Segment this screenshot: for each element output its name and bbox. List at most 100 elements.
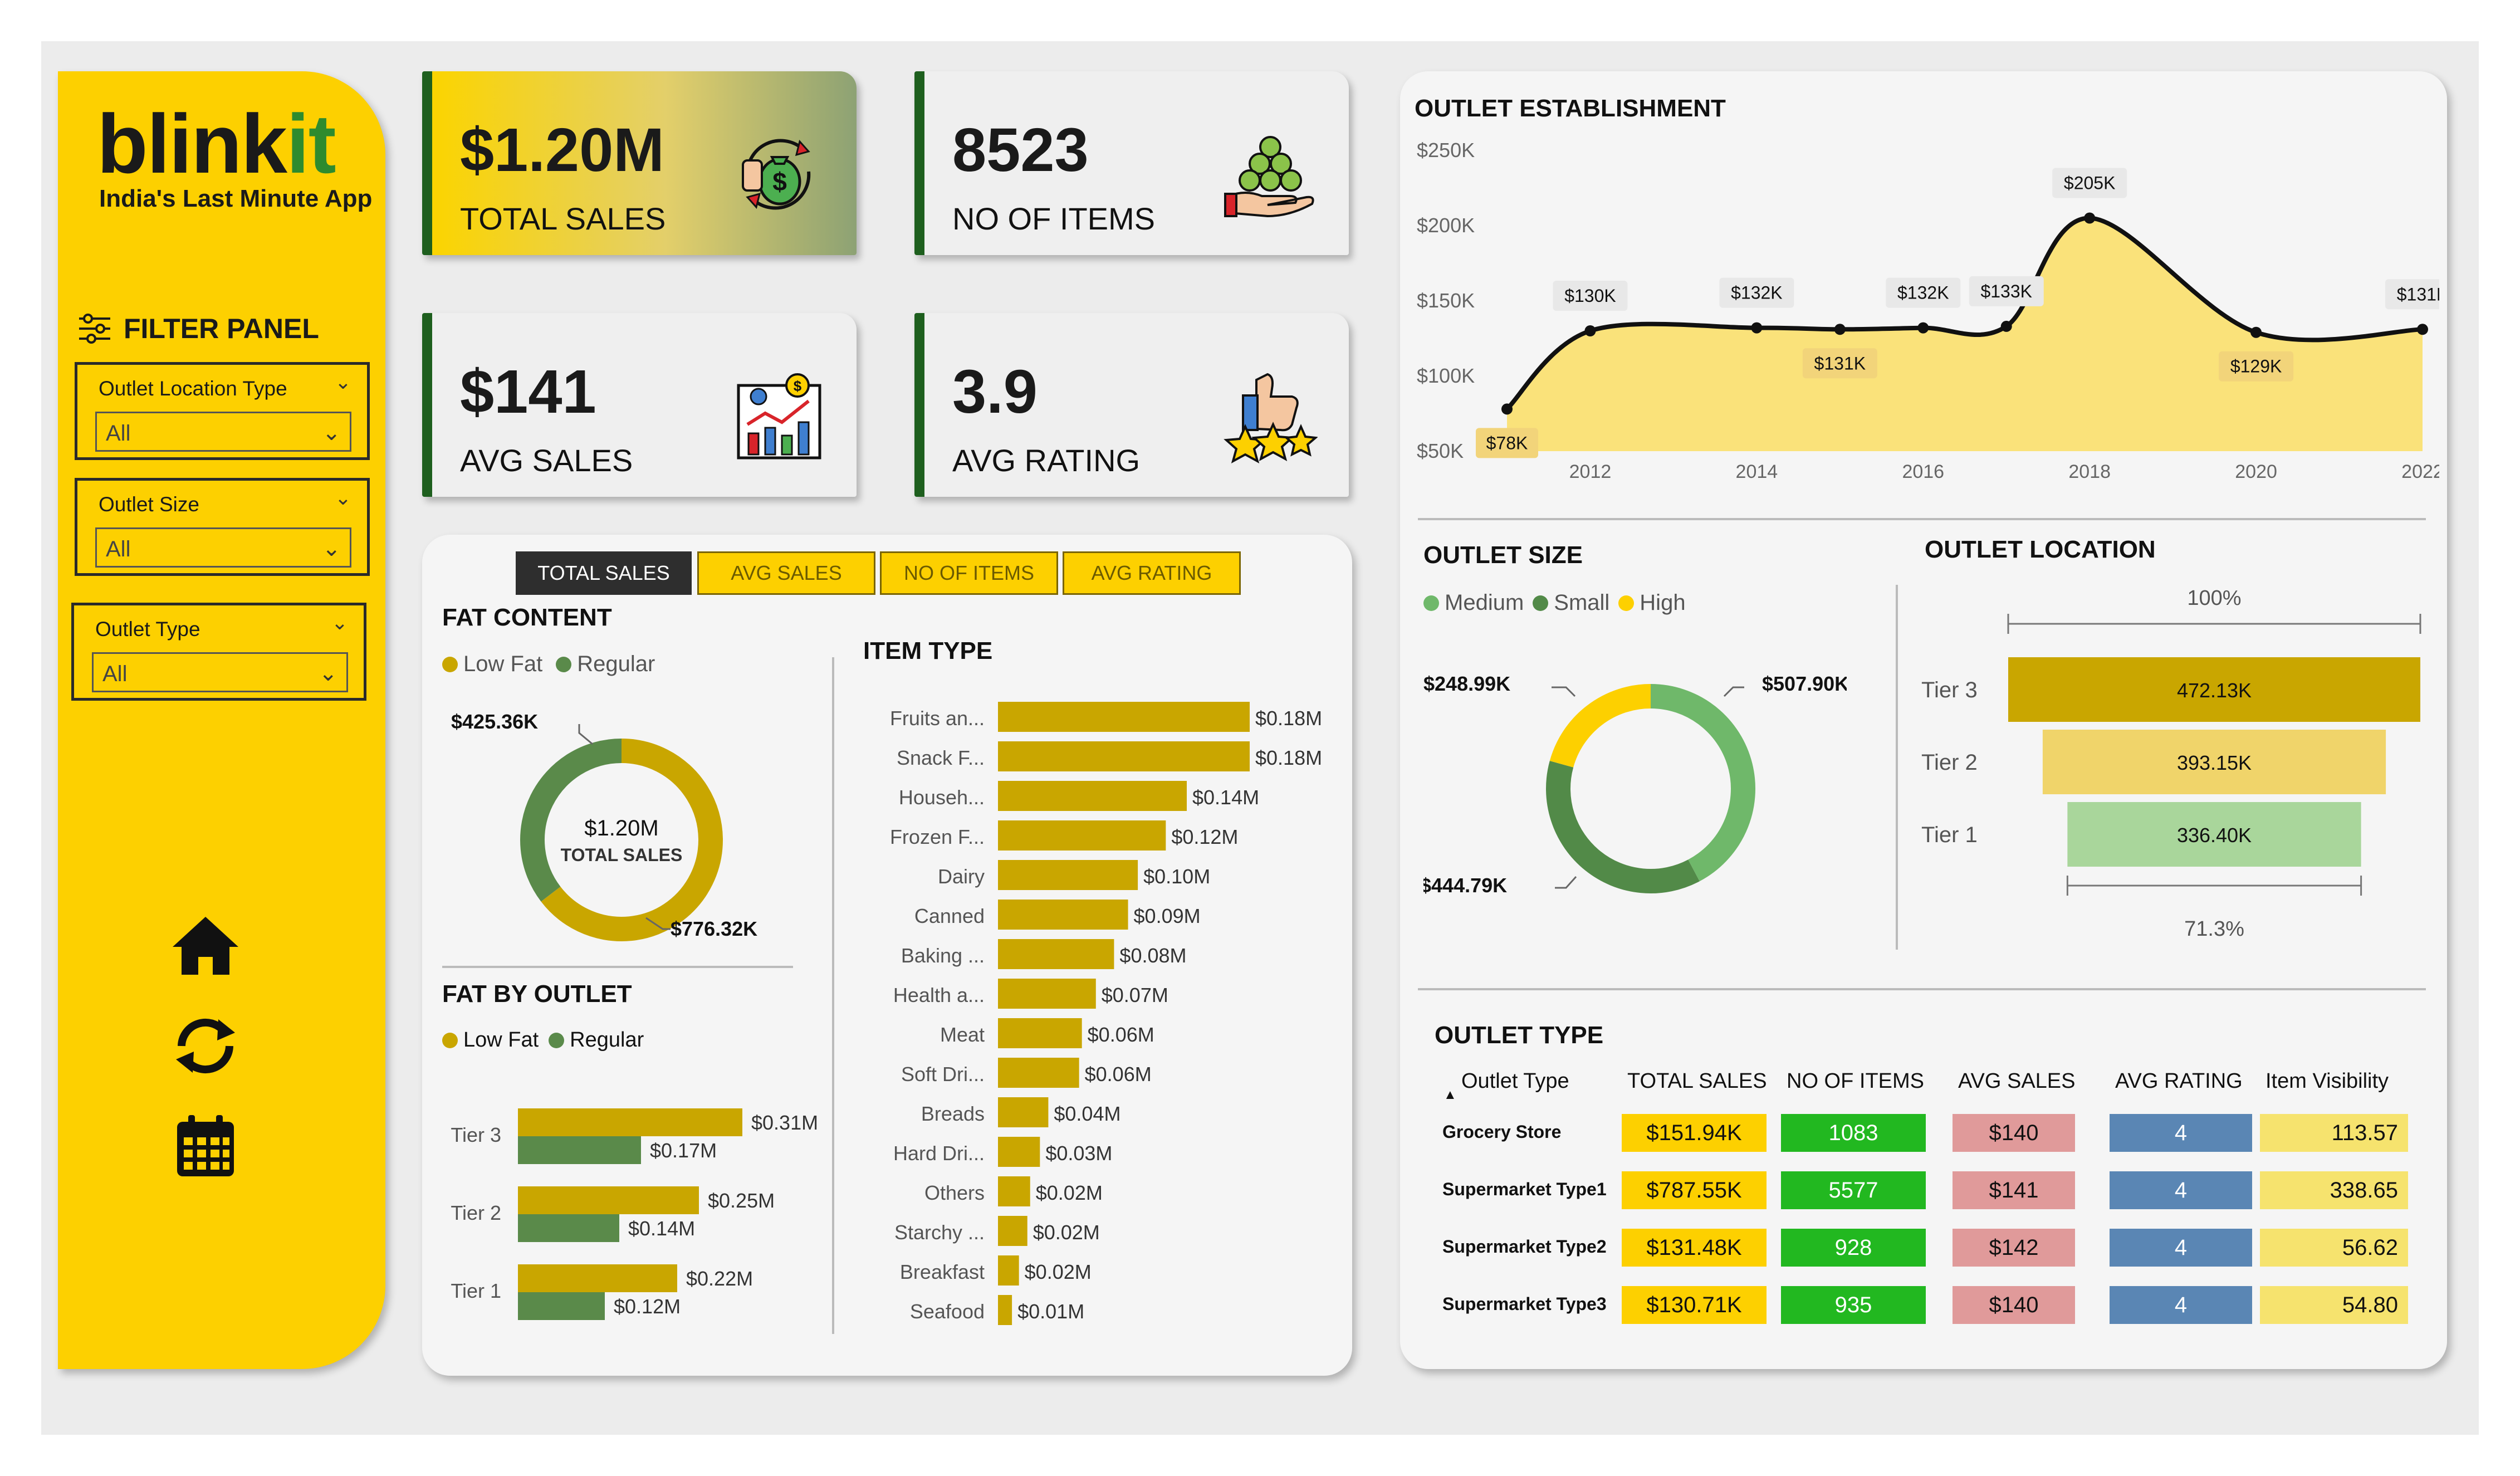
donut-slice[interactable]	[1549, 684, 1651, 768]
tab-avg-rating[interactable]: AVG RATING	[1063, 551, 1241, 595]
data-point[interactable]	[1917, 322, 1929, 334]
axis-tick-label: Meat	[940, 1023, 985, 1046]
data-point[interactable]	[2417, 324, 2428, 335]
table-cell: $140	[1953, 1286, 2075, 1324]
bar-item-type[interactable]	[998, 1216, 1027, 1246]
dropdown-value: All	[106, 421, 131, 446]
bar-item-type[interactable]	[998, 900, 1128, 930]
bar-regular[interactable]	[518, 1214, 619, 1242]
outlet-location-funnel-chart: 100% Tier 3 472.13K Tier 2 393.15K Tier 1 336.…	[1921, 587, 2421, 941]
donut-slice[interactable]	[1650, 684, 1755, 882]
data-label: $0.14M	[628, 1217, 695, 1240]
bar-item-type[interactable]	[998, 702, 1250, 732]
bar-item-type[interactable]	[998, 1295, 1012, 1325]
data-point[interactable]	[1751, 322, 1763, 334]
legend-swatch-small	[1533, 595, 1549, 611]
donut-label-regular: $425.36K	[451, 710, 538, 733]
table-cell: 1083	[1781, 1114, 1926, 1152]
tab-no-of-items[interactable]: NO OF ITEMS	[880, 551, 1058, 595]
axis-tick-label: Tier 1	[1921, 823, 1978, 847]
table-row-label: Supermarket Type2	[1442, 1236, 1607, 1257]
section-divider	[1896, 585, 1898, 950]
kpi-value: $141	[460, 358, 596, 426]
bar-regular[interactable]	[518, 1136, 641, 1164]
legend-swatch-regular	[556, 656, 572, 672]
axis-tick-label: Tier 3	[1921, 678, 1978, 702]
bar-item-type[interactable]	[998, 939, 1114, 969]
data-label: $133K	[1980, 281, 2032, 301]
data-label: $131K	[1814, 353, 1866, 373]
slicer-label: Outlet Type	[95, 618, 200, 641]
legend-swatch-low-fat	[442, 1032, 458, 1048]
bar-item-type[interactable]	[998, 1255, 1019, 1286]
chevron-down-icon[interactable]: ⌄	[335, 486, 351, 510]
table-header[interactable]: AVG SALES	[1958, 1069, 2076, 1093]
chevron-down-icon[interactable]: ⌄	[335, 370, 351, 394]
kpi-value: 3.9	[952, 358, 1038, 426]
bar-item-type[interactable]	[998, 979, 1096, 1009]
bar-item-type[interactable]	[998, 1176, 1030, 1206]
table-header[interactable]: Outlet Type	[1461, 1069, 1569, 1093]
data-label: $78K	[1486, 433, 1528, 453]
data-label: $0.18M	[1255, 746, 1322, 769]
calendar-icon[interactable]	[169, 1113, 242, 1180]
data-point[interactable]	[2084, 212, 2096, 224]
data-label: $0.31M	[751, 1111, 818, 1134]
data-point[interactable]	[1584, 325, 1596, 336]
table-header[interactable]: NO OF ITEMS	[1787, 1069, 1924, 1093]
chevron-down-icon[interactable]: ⌄	[331, 611, 348, 634]
slicer-outlet-type[interactable]: Outlet Type ⌄ All ⌄	[71, 603, 366, 701]
bar-item-type[interactable]	[998, 820, 1166, 851]
bar-item-type[interactable]	[998, 741, 1250, 771]
refresh-icon[interactable]	[169, 1013, 242, 1079]
outlet-type-dropdown[interactable]: All ⌄	[92, 652, 348, 692]
table-header[interactable]: Item Visibility	[2265, 1069, 2389, 1093]
bar-item-type[interactable]	[998, 860, 1138, 890]
legend-label: Low Fat	[463, 652, 543, 676]
bar-low-fat[interactable]	[518, 1264, 677, 1292]
donut-slice[interactable]	[1546, 761, 1700, 893]
legend-swatch-high	[1618, 595, 1635, 611]
kpi-card-no-of-items: 8523 NO OF ITEMS	[914, 71, 1349, 255]
kpi-card-avg-rating: 3.9 AVG RATING	[914, 313, 1349, 497]
outlet-location-type-dropdown[interactable]: All ⌄	[95, 412, 351, 452]
tab-total-sales[interactable]: TOTAL SALES	[516, 551, 692, 595]
data-label: $205K	[2064, 173, 2116, 193]
data-point[interactable]	[2000, 320, 2012, 332]
bar-item-type[interactable]	[998, 1137, 1040, 1167]
brand-logo: blinkit	[97, 97, 336, 190]
table-header[interactable]: AVG RATING	[2115, 1069, 2243, 1093]
axis-tick-label: $200K	[1417, 214, 1475, 237]
data-point[interactable]	[2250, 326, 2262, 338]
home-icon[interactable]	[169, 912, 242, 979]
filter-panel-heading: FILTER PANEL	[77, 311, 319, 346]
chevron-down-icon: ⌄	[322, 536, 341, 561]
kpi-label: TOTAL SALES	[460, 201, 666, 236]
outlet-size-dropdown[interactable]: All ⌄	[95, 527, 351, 568]
table-cell: $130.71K	[1622, 1286, 1767, 1324]
data-point[interactable]	[1501, 403, 1513, 415]
data-label: $0.10M	[1143, 865, 1210, 888]
kpi-card-total-sales: $1.20M TOTAL SALES $	[422, 71, 857, 255]
donut-label-small: $444.79K	[1423, 874, 1507, 897]
bar-regular[interactable]	[518, 1292, 605, 1320]
data-point[interactable]	[1834, 324, 1846, 335]
bar-item-type[interactable]	[998, 1097, 1049, 1127]
fat-content-donut-chart: $1.20M TOTAL SALES $425.36K $776.32K	[451, 710, 757, 941]
bar-item-type[interactable]	[998, 1058, 1079, 1088]
tab-avg-sales[interactable]: AVG SALES	[697, 551, 875, 595]
sort-ascending-icon[interactable]: ▲	[1444, 1087, 1457, 1103]
bar-low-fat[interactable]	[518, 1186, 699, 1214]
fat-by-outlet-legend: Low Fat Regular	[442, 1028, 644, 1052]
money-bag-icon: $	[742, 139, 811, 210]
legend-label: High	[1640, 590, 1686, 615]
slicer-outlet-size[interactable]: Outlet Size ⌄ All ⌄	[75, 478, 370, 576]
axis-tick-label: Breads	[921, 1102, 985, 1125]
bar-low-fat[interactable]	[518, 1108, 742, 1136]
section-divider	[832, 657, 834, 1334]
slicer-outlet-location-type[interactable]: Outlet Location Type ⌄ All ⌄	[75, 362, 370, 460]
table-header[interactable]: TOTAL SALES	[1627, 1069, 1767, 1093]
bar-item-type[interactable]	[998, 781, 1187, 811]
kpi-value: $1.20M	[460, 116, 664, 184]
bar-item-type[interactable]	[998, 1018, 1082, 1048]
